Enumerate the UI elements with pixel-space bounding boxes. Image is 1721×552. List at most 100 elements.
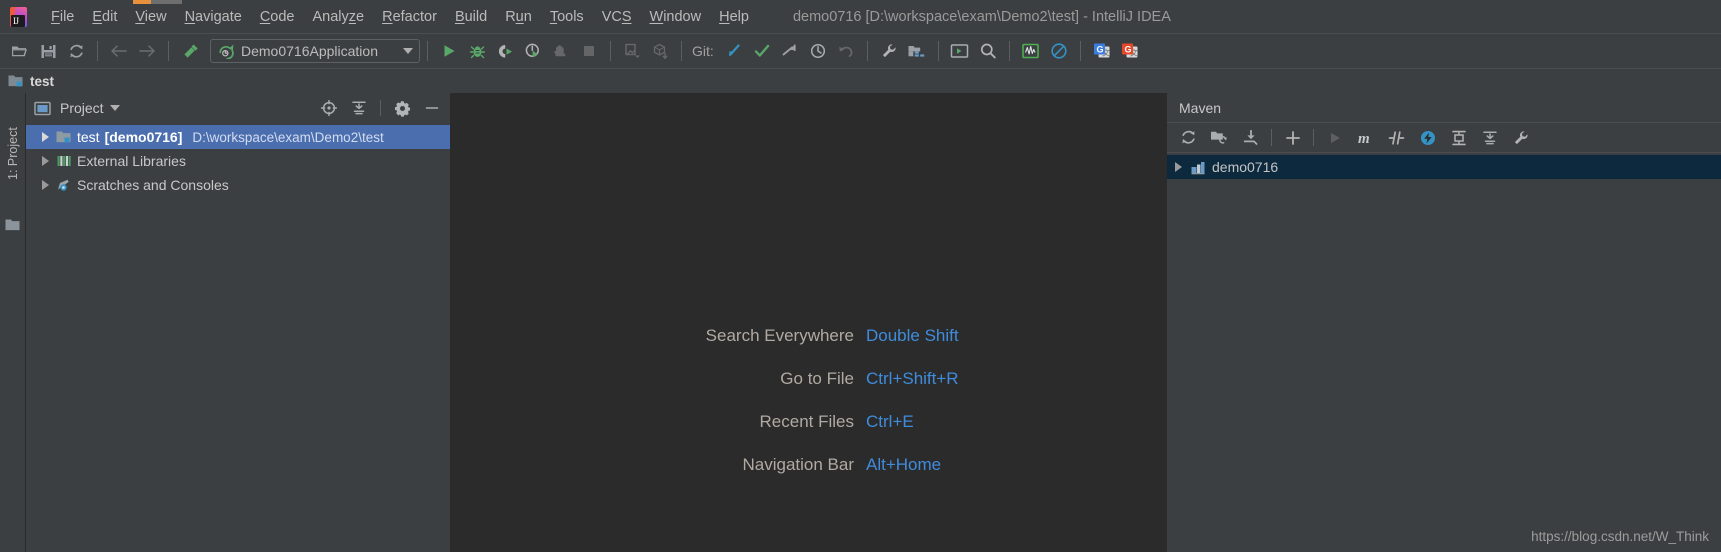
collapse-all-icon[interactable] [347,96,371,120]
tree-row-scratches-and-consoles[interactable]: Scratches and Consoles [26,173,450,197]
menu-bar: File Edit View Navigate Code Analyze Ref… [42,0,758,33]
maven-tool-window: Maven m demo0716 https://blog.csdn.net/W… [1166,93,1721,552]
save-all-icon[interactable] [34,38,62,64]
run-with-coverage-icon[interactable] [491,38,519,64]
project-structure-icon[interactable] [903,38,931,64]
git-label: Git: [692,43,714,59]
forward-arrow-icon[interactable] [133,38,161,64]
menu-refactor[interactable]: Refactor [373,3,446,31]
toggle-offline-icon[interactable] [1412,125,1443,151]
sidebar-tab-project[interactable]: 1: Project [3,99,23,209]
maven-toolbar-divider [1271,129,1272,146]
translate-orange-icon[interactable]: 文 G [1116,38,1144,64]
generate-sources-icon[interactable] [1204,125,1235,151]
menu-help[interactable]: Help [710,3,758,31]
attach-to-process-icon[interactable] [547,38,575,64]
git-push-icon[interactable] [776,38,804,64]
show-dependencies-icon[interactable] [1443,125,1474,151]
collapse-all-icon[interactable] [1474,125,1505,151]
git-commit-check-icon[interactable] [748,38,776,64]
execute-maven-goal-icon[interactable]: m [1350,125,1381,151]
hint-row: Navigation Bar Alt+Home [450,455,1166,475]
toolbar-divider [866,41,868,61]
settings-wrench-icon[interactable] [875,38,903,64]
menu-build[interactable]: Build [446,3,496,31]
spring-boot-icon [219,44,234,59]
project-tool-window: Project test [demo0716] D:\workspace\exa… [26,93,450,552]
menu-run[interactable]: Run [496,3,541,31]
stop-icon[interactable] [575,38,603,64]
chevron-down-icon[interactable] [109,105,120,111]
watermark-text: https://blog.csdn.net/W_Think [1531,529,1709,544]
hint-label: Recent Files [759,412,854,431]
debug-icon[interactable] [463,38,491,64]
terminal-icon[interactable] [946,38,974,64]
window-title: demo0716 [D:\workspace\exam\Demo2\test] … [792,8,1171,25]
menu-navigate[interactable]: Navigate [176,3,251,31]
maven-tree-item-name: demo0716 [1212,159,1279,175]
project-panel-header: Project [26,93,450,123]
toolbar-divider [427,41,428,61]
download-sources-icon[interactable] [1235,125,1266,151]
commit-icon[interactable] [646,38,674,64]
translate-blue-icon[interactable]: 文 G [1088,38,1116,64]
expand-triangle-icon[interactable] [42,156,49,166]
maven-panel-header: Maven [1167,93,1721,123]
profile-icon[interactable] [519,38,547,64]
git-rollback-icon[interactable] [832,38,860,64]
svg-text:G: G [1124,45,1131,55]
menu-code[interactable]: Code [251,3,304,31]
search-icon[interactable] [974,38,1002,64]
tree-row-external-libraries[interactable]: External Libraries [26,149,450,173]
activity-monitor-icon[interactable] [1017,38,1045,64]
expand-triangle-icon[interactable] [42,132,49,142]
hint-row: Go to File Ctrl+Shift+R [450,369,1166,389]
menu-edit[interactable]: Edit [83,3,126,31]
hint-shortcut: Ctrl+Shift+R [866,369,959,388]
maven-tree-row-demo0716[interactable]: demo0716 [1167,155,1721,179]
run-icon[interactable] [435,38,463,64]
expand-triangle-icon[interactable] [1175,162,1182,172]
add-maven-project-icon[interactable] [1277,125,1308,151]
menu-window[interactable]: Window [641,3,711,31]
back-arrow-icon[interactable] [105,38,133,64]
gear-icon[interactable] [390,96,414,120]
scroll-from-source-icon[interactable] [317,96,341,120]
toolbar-divider [97,41,98,61]
menu-vcs[interactable]: VCS [593,3,641,31]
tree-row-test[interactable]: test [demo0716] D:\workspace\exam\Demo2\… [26,125,450,149]
synchronize-icon[interactable] [62,38,90,64]
reimport-icon[interactable] [1173,125,1204,151]
git-update-icon[interactable] [720,38,748,64]
build-hammer-icon[interactable] [176,38,204,64]
chevron-down-icon[interactable] [403,48,413,54]
breadcrumb-test[interactable]: test [30,74,54,89]
menu-view[interactable]: View [126,0,182,31]
menu-analyze[interactable]: Analyze [304,3,374,31]
menu-file[interactable]: File [42,3,83,31]
hint-label: Search Everywhere [705,326,854,345]
run-maven-build-icon[interactable] [1319,125,1350,151]
folder-icon [5,219,20,231]
update-project-icon[interactable] [618,38,646,64]
no-entry-icon[interactable] [1045,38,1073,64]
svg-text:m: m [1358,131,1370,147]
libraries-icon [57,156,71,166]
run-configuration-name: Demo0716Application [241,43,378,59]
menu-tools[interactable]: Tools [541,3,593,31]
title-bar: IJ File Edit View Navigate Code Analyze … [0,0,1721,33]
sidebar-tab-structure[interactable] [5,218,21,232]
hint-row: Search Everywhere Double Shift [450,326,1166,346]
toolbar-divider [610,41,611,61]
expand-triangle-icon[interactable] [42,180,49,190]
editor-empty-area[interactable]: Search Everywhere Double Shift Go to Fil… [450,93,1166,552]
hide-icon[interactable] [420,96,444,120]
git-history-icon[interactable] [804,38,832,64]
maven-settings-icon[interactable] [1505,125,1536,151]
project-view-icon [34,101,51,115]
run-configuration-selector[interactable]: Demo0716Application [210,39,420,63]
hint-row: Recent Files Ctrl+E [450,412,1166,432]
open-project-icon[interactable] [6,38,34,64]
maven-tree: demo0716 [1167,153,1721,179]
toggle-skip-tests-icon[interactable] [1381,125,1412,151]
